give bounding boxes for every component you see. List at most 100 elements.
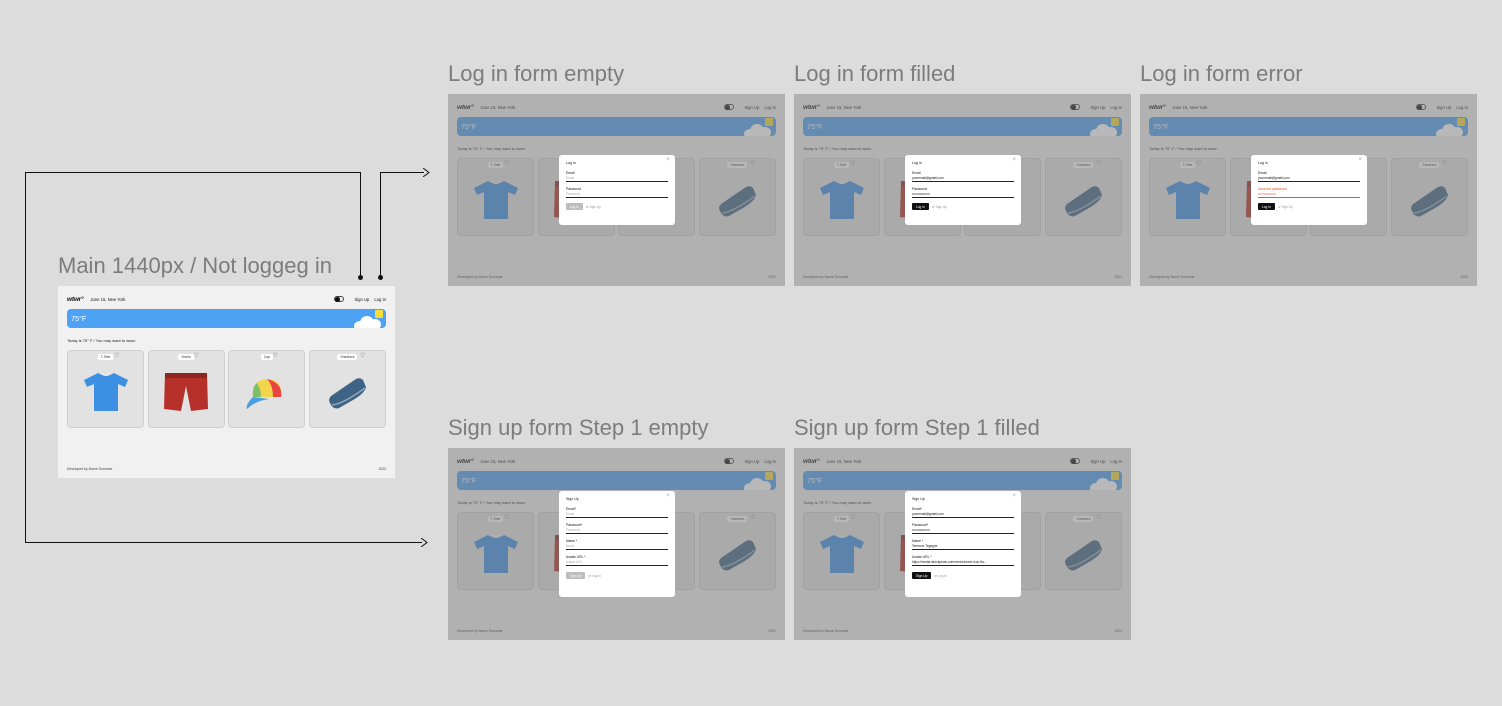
password-error-label: Incorrect password [1258,187,1287,191]
password-label: Password [912,187,927,191]
footer-credit: Developed by Name Surname [67,467,113,471]
frame-title-login-error: Log in form error [1140,61,1303,86]
item-label: Shorts [178,354,194,360]
clothing-cards: T-Shirt ♡ Shorts ♡ Cap ♡ Sneakers ♡ [67,350,386,428]
close-icon[interactable]: × [666,157,670,163]
item-label: Cap [260,354,273,360]
heart-icon[interactable]: ♡ [272,353,277,359]
shorts-icon [164,373,209,412]
arrowhead-icon [421,538,428,547]
item-card[interactable]: Shorts ♡ [147,350,225,428]
signup-submit-button[interactable]: Sign Up [912,572,932,579]
temperature-toggle[interactable] [334,296,345,302]
date-location: June 15, New York [90,296,126,302]
login-modal: Log in × Email youremail@gmail.com Passw… [905,155,1021,225]
frame-signup-empty: wtwr° June 15, New York Sign Up Log In 7… [448,448,785,640]
item-card[interactable]: Sneakers ♡ [308,350,386,428]
name-input[interactable]: Name [566,544,668,550]
password-input[interactable]: Password [566,528,668,534]
password-label: Password* [912,523,929,527]
login-link[interactable]: Log In [374,297,386,302]
arrowhead-icon [423,168,430,177]
close-icon[interactable]: × [1012,157,1016,163]
name-label: Name * [912,539,924,543]
item-card[interactable]: T-Shirt ♡ [67,350,144,428]
sneakers-icon [329,378,367,409]
heart-icon[interactable]: ♡ [194,353,199,359]
item-label: Sneakers [337,354,358,360]
login-submit-button[interactable]: Log In [1258,203,1275,210]
frame-title-signup-empty: Sign up form Step 1 empty [448,415,709,440]
email-input[interactable]: youremail@gmail.com [912,512,1014,518]
heart-icon[interactable]: ♡ [360,353,365,359]
signup-modal: Sign Up × Email* Email Password* Passwor… [559,491,675,597]
frame-title-login-filled: Log in form filled [794,61,956,86]
modal-title: Log in [1258,161,1268,165]
avatar-input[interactable]: Avatar URL [566,560,668,566]
name-label: Name * [566,539,578,543]
temperature-value: 75°F [71,314,87,323]
password-label: Password* [566,523,583,527]
close-icon[interactable]: × [666,493,670,499]
frame-main: wtwr° June 15, New York Sign Up Log In 7… [58,286,395,478]
connector-line [380,172,381,277]
connector-line [380,172,424,173]
email-label: Email [566,171,575,175]
email-input[interactable]: Email [566,176,668,182]
app-logo[interactable]: wtwr° [67,296,84,303]
app-header: wtwr° June 15, New York Sign Up Log In [67,295,386,303]
footer-year: 2022 [378,467,386,471]
heart-icon[interactable]: ♡ [114,353,119,359]
recommendation-text: Today is 75° F / You may want to wear: [67,338,136,343]
password-input[interactable]: Password [566,192,668,198]
password-input[interactable]: •••••••••••••••• [1258,192,1360,198]
email-label: Email* [912,507,922,511]
avatar-input[interactable]: https://media.istockphoto.com/vectors/us… [912,560,1014,566]
signup-link[interactable]: Sign Up [354,297,369,302]
login-submit-button[interactable]: Log In [912,203,929,210]
email-label: Email [912,171,921,175]
email-input[interactable]: Email [566,512,668,518]
signup-submit-button[interactable]: Sign Up [566,572,586,579]
login-submit-button[interactable]: Log In [566,203,583,210]
frame-login-filled: wtwr° June 15, New York Sign Up Log In 7… [794,94,1131,286]
item-card[interactable]: Cap ♡ [228,350,306,428]
frame-login-error: wtwr° June 15, New York Sign Up Log In 7… [1140,94,1477,286]
password-input[interactable]: •••••••••••••••• [912,528,1014,534]
close-icon[interactable]: × [1358,157,1362,163]
frame-title-login-empty: Log in form empty [448,61,625,86]
weather-banner: 75°F [67,309,386,328]
modal-title: Sign Up [566,497,579,501]
login-modal: Log in × Email youremail@gmail.com Incor… [1251,155,1367,225]
email-label: Email [1258,171,1267,175]
signup-switch-link[interactable]: or Sign Up [932,205,947,209]
connector-line [25,172,361,173]
login-switch-link[interactable]: or Log In [588,574,601,578]
name-input[interactable]: Terrence Tegegne [912,544,1014,550]
password-label: Password [566,187,581,191]
cloud-icon [352,314,382,328]
signup-switch-link[interactable]: or Sign Up [1278,205,1293,209]
connector-line [25,542,422,543]
signup-switch-link[interactable]: or Sign Up [586,205,601,209]
modal-title: Log in [566,161,576,165]
connector-line [25,172,26,543]
avatar-label: Avatar URL * [566,555,586,559]
frame-login-empty: wtwr° June 15, New York Sign Up Log In 7… [448,94,785,286]
app-footer: Developed by Name Surname 2022 [67,467,386,471]
tshirt-icon [83,372,128,412]
frame-signup-filled: wtwr° June 15, New York Sign Up Log In 7… [794,448,1131,640]
modal-title: Log in [912,161,922,165]
login-switch-link[interactable]: or Log In [934,574,947,578]
item-label: T-Shirt [97,354,114,360]
password-input[interactable]: •••••••••••••••• [912,192,1014,198]
close-icon[interactable]: × [1012,493,1016,499]
frame-title-main: Main 1440px / Not loggeg in [58,253,332,278]
modal-title: Sign Up [912,497,925,501]
login-modal: Log in × Email Email Password Password L… [559,155,675,225]
email-input[interactable]: youremail@gmail.com [912,176,1014,182]
avatar-label: Avatar URL * [912,555,932,559]
signup-modal: Sign Up × Email* youremail@gmail.com Pas… [905,491,1021,597]
email-input[interactable]: youremail@gmail.com [1258,176,1360,182]
connector-dot [358,275,363,280]
